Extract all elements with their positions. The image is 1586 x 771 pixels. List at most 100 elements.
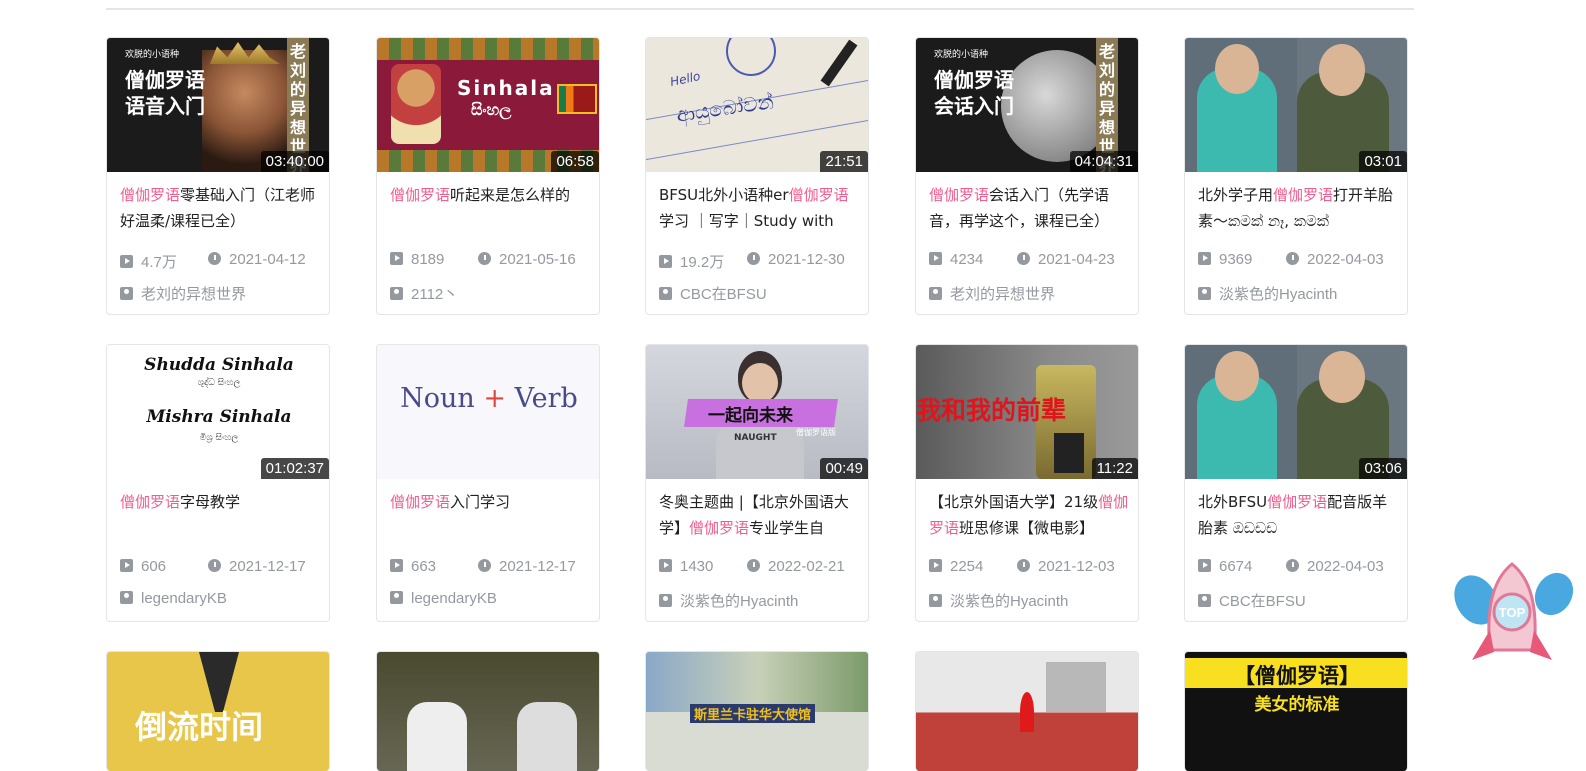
video-card[interactable]: Hello ආයුබෝවන් 21:51 BFSU北外小语种er僧伽罗语学习 ｜… [645, 37, 869, 315]
video-title[interactable]: 【北京外国语大学】21级僧伽罗语班思修课【微电影】 [929, 489, 1129, 543]
view-count: 2254 [929, 558, 983, 575]
video-title[interactable]: 僧伽罗语字母教学 [120, 489, 320, 543]
view-count: 8189 [390, 251, 444, 268]
video-card[interactable]: 倒流时间 [106, 651, 330, 771]
clock-icon [208, 252, 221, 265]
play-count-icon [390, 559, 403, 572]
video-card[interactable] [915, 651, 1139, 771]
uploader-name[interactable]: legendaryKB [390, 590, 497, 607]
video-card[interactable]: Sinhala සිංහල 06:58 僧伽罗语听起来是怎么样的 8189 20… [376, 37, 600, 315]
thumb-subtitle: සිංහල [471, 100, 512, 119]
video-card[interactable] [376, 651, 600, 771]
thumb-title: 会话入门 [934, 94, 1014, 118]
video-title[interactable]: 冬奥主题曲 |【北京外国语大学】僧伽罗语专业学生自 [659, 489, 859, 543]
video-thumbnail[interactable]: 欢脱的小语种 僧伽罗语 语音入门 老刘的异想世界 03:40:00 [107, 38, 329, 172]
video-duration: 03:40:00 [260, 151, 329, 172]
top-divider [106, 8, 1414, 10]
thumb-handwriting: ආයුබෝවන් [674, 89, 776, 127]
uploader-name[interactable]: 淡紫色的Hyacinth [929, 590, 1068, 611]
video-card[interactable]: 欢脱的小语种 僧伽罗语 会话入门 老刘的异想世界 04:04:31 僧伽罗语会话… [915, 37, 1139, 315]
video-title[interactable]: 僧伽罗语会话入门（先学语音，再学这个，课程已全） [929, 182, 1129, 236]
play-count-icon [929, 559, 942, 572]
video-title[interactable]: 僧伽罗语听起来是怎么样的 [390, 182, 590, 236]
clock-icon [478, 252, 491, 265]
view-count: 6674 [1198, 558, 1252, 575]
thumb-subtitle: ශුද්ධ සිංහල [197, 378, 241, 388]
video-duration: 11:22 [1091, 458, 1138, 479]
video-duration: 00:49 [820, 458, 868, 479]
play-count-icon [659, 559, 672, 572]
upload-date: 2021-04-12 [208, 251, 306, 268]
upload-date: 2021-12-30 [747, 251, 845, 268]
video-thumbnail[interactable]: 斯里兰卡驻华大使馆 [646, 652, 868, 771]
thumb-title: Mishra Sinhala [146, 407, 292, 427]
clock-icon [747, 559, 760, 572]
video-thumbnail[interactable]: Shudda Sinhala ශුද්ධ සිංහල Mishra Sinhal… [107, 345, 329, 479]
play-count-icon [1198, 559, 1211, 572]
video-duration: 03:01 [1359, 151, 1407, 172]
thumb-caption: 欢脱的小语种 [125, 50, 180, 60]
clock-icon [1286, 252, 1299, 265]
back-to-top-button[interactable]: TOP [1454, 560, 1574, 675]
video-thumbnail[interactable]: Hello ආයුබෝවන් 21:51 [646, 38, 868, 172]
video-duration: 03:06 [1359, 458, 1407, 479]
video-thumbnail[interactable] [916, 652, 1138, 771]
video-thumbnail[interactable]: 03:06 [1185, 345, 1407, 479]
video-card[interactable]: Shudda Sinhala ශුද්ධ සිංහල Mishra Sinhal… [106, 344, 330, 622]
video-thumbnail[interactable]: Noun + Verb [377, 345, 599, 479]
uploader-name[interactable]: 老刘的异想世界 [120, 283, 246, 304]
video-thumbnail[interactable]: 【僧伽罗语】 美女的标准 [1185, 652, 1407, 771]
thumbnail-person [517, 702, 577, 771]
clock-icon [1017, 559, 1030, 572]
user-icon [120, 287, 133, 300]
upload-date: 2022-04-03 [1286, 251, 1384, 268]
video-thumbnail[interactable] [377, 652, 599, 771]
uploader-name[interactable]: 淡紫色的Hyacinth [1198, 283, 1337, 304]
uploader-name[interactable]: 2112丶 [390, 283, 458, 304]
video-thumbnail[interactable]: 一起向未来 僧伽罗语版 NAUGHT 00:49 [646, 345, 868, 479]
video-card[interactable]: 一起向未来 僧伽罗语版 NAUGHT 00:49 冬奥主题曲 |【北京外国语大学… [645, 344, 869, 622]
video-card[interactable]: 【僧伽罗语】 美女的标准 [1184, 651, 1408, 771]
uploader-name[interactable]: 老刘的异想世界 [929, 283, 1055, 304]
video-thumbnail[interactable]: 我和我的前辈 11:22 [916, 345, 1138, 479]
thumbnail-person [407, 702, 467, 771]
user-icon [390, 287, 403, 300]
video-thumbnail[interactable]: Sinhala සිංහල 06:58 [377, 38, 599, 172]
video-card[interactable]: Noun + Verb 僧伽罗语入门学习 663 2021-12-17 lege… [376, 344, 600, 622]
video-card[interactable]: 斯里兰卡驻华大使馆 [645, 651, 869, 771]
video-thumbnail[interactable]: 欢脱的小语种 僧伽罗语 会话入门 老刘的异想世界 04:04:31 [916, 38, 1138, 172]
video-title[interactable]: 北外BFSU僧伽罗语配音版羊胎素 ඔඩඩඩ [1198, 489, 1398, 543]
play-count-icon [390, 252, 403, 265]
view-count: 606 [120, 558, 166, 575]
video-thumbnail[interactable]: 03:01 [1185, 38, 1407, 172]
video-title[interactable]: 僧伽罗语入门学习 [390, 489, 590, 543]
thumb-caption: NAUGHT [734, 433, 777, 443]
play-count-icon [120, 255, 133, 268]
stamp-icon [726, 38, 776, 76]
video-card[interactable]: 03:01 北外学子用僧伽罗语打开羊胎素～කමක් නෑ, කමක් 9369 … [1184, 37, 1408, 315]
uploader-name[interactable]: CBC在BFSU [1198, 590, 1306, 611]
uploader-name[interactable]: 淡紫色的Hyacinth [659, 590, 798, 611]
video-title[interactable]: 僧伽罗语零基础入门（江老师好温柔/课程已全） [120, 182, 320, 236]
video-title[interactable]: BFSU北外小语种er僧伽罗语学习 ｜写字｜Study with [659, 182, 859, 236]
clock-icon [747, 252, 760, 265]
user-icon [659, 287, 672, 300]
play-count-icon [929, 252, 942, 265]
video-card[interactable]: 03:06 北外BFSU僧伽罗语配音版羊胎素 ඔඩඩඩ 6674 2022-04… [1184, 344, 1408, 622]
thumb-title: 语音入门 [125, 94, 205, 118]
thumb-title: Sinhala [457, 76, 555, 100]
thumb-title: 僧伽罗语 [934, 68, 1014, 92]
upload-date: 2021-12-17 [478, 558, 576, 575]
video-thumbnail[interactable]: 倒流时间 [107, 652, 329, 771]
thumb-handwriting: Hello [668, 68, 702, 90]
video-title[interactable]: 北外学子用僧伽罗语打开羊胎素～කමක් නෑ, කමක් [1198, 182, 1398, 236]
uploader-name[interactable]: CBC在BFSU [659, 283, 767, 304]
view-count: 19.2万 [659, 251, 724, 272]
uploader-name[interactable]: legendaryKB [120, 590, 227, 607]
play-count-icon [1198, 252, 1211, 265]
sri-lanka-flag-icon [557, 84, 597, 114]
video-card[interactable]: 我和我的前辈 11:22 【北京外国语大学】21级僧伽罗语班思修课【微电影】 2… [915, 344, 1139, 622]
video-card[interactable]: 欢脱的小语种 僧伽罗语 语音入门 老刘的异想世界 03:40:00 僧伽罗语零基… [106, 37, 330, 315]
clock-icon [1286, 559, 1299, 572]
user-icon [390, 591, 403, 604]
